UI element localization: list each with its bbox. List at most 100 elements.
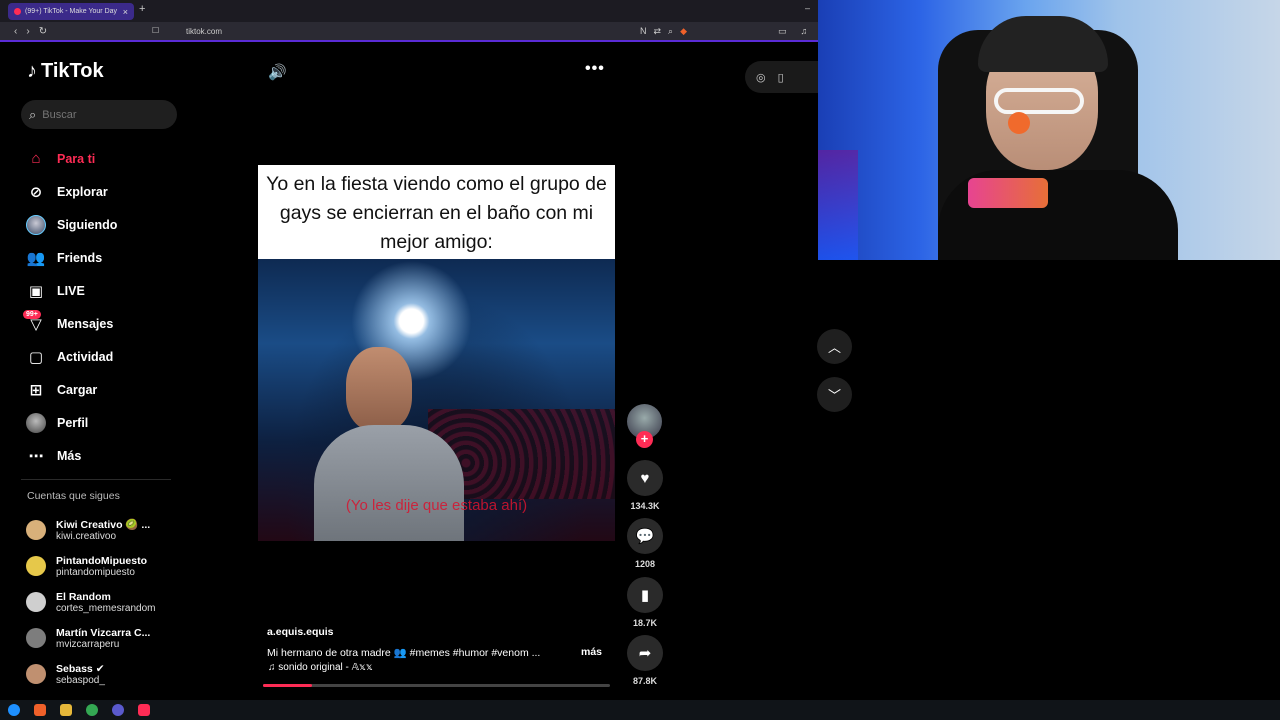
tiktok-logo[interactable]: ♪ TikTok — [27, 60, 104, 83]
profile-avatar — [26, 412, 46, 433]
list-item[interactable]: Kiwi Creativo 🥝 ... kiwi.creativoo — [26, 512, 186, 548]
browser-tab-bar: (99+) TikTok - Make Your Day × + – — [0, 0, 818, 22]
activity-icon: ▢ — [28, 348, 44, 366]
follow-plus-icon[interactable]: + — [636, 431, 653, 448]
video-subtitle: (Yo les dije que estaba ahí) — [345, 497, 528, 514]
sidebar-item-siguiendo[interactable]: Siguiendo — [26, 208, 176, 241]
sidebar-item-label: Explorar — [57, 184, 108, 199]
account-username: cortes_memesrandom — [56, 602, 156, 614]
upload-icon: ⊞ — [29, 381, 43, 399]
webcam-overlay — [818, 0, 1280, 260]
volume-icon[interactable]: 🔊 — [268, 63, 287, 81]
search-icon: ⌕ — [29, 106, 37, 122]
inbox-icon: ▽ 99+ — [23, 309, 46, 334]
sidebar-item-friends[interactable]: 👥 Friends — [26, 241, 176, 274]
sidebar-item-live[interactable]: ▣ LIVE — [26, 274, 176, 307]
avatar — [26, 556, 46, 576]
sidebar-item-mas[interactable]: ⋯ Más — [26, 439, 176, 472]
search-input[interactable] — [42, 108, 153, 121]
close-tab-icon[interactable]: × — [123, 7, 128, 17]
more-icon: ⋯ — [28, 447, 44, 465]
list-item[interactable]: PintandoMipuesto pintandomipuesto — [26, 548, 186, 584]
sidebar-item-cargar[interactable]: ⊞ Cargar — [26, 373, 176, 406]
shield-icon[interactable]: ◆ — [680, 26, 687, 37]
share-button[interactable]: ➦ 87.8K — [627, 635, 663, 686]
zoom-icon[interactable]: ⌕ — [668, 26, 673, 37]
start-icon[interactable] — [8, 704, 20, 716]
account-name: Martín Vizcarra C... — [56, 626, 151, 639]
app-icon[interactable] — [112, 704, 124, 716]
sound-link[interactable]: ♫ sonido original - 𝔸𝕩𝕩 — [268, 662, 373, 673]
sidebar-item-para-ti[interactable]: ⌂ Para ti — [26, 142, 176, 175]
more-options-icon[interactable]: ••• — [585, 60, 605, 78]
sidebar-item-label: Para ti — [57, 151, 96, 166]
minimize-window-icon[interactable]: – — [805, 3, 810, 13]
previous-video-button[interactable]: ︿ — [817, 329, 852, 364]
reload-icon[interactable]: ↻ — [39, 26, 47, 37]
following-section-title: Cuentas que sigues — [27, 490, 120, 502]
tiktok-favicon-icon — [14, 8, 21, 15]
avatar — [26, 520, 46, 540]
screenshot-icon[interactable]: ▭ — [778, 26, 787, 37]
video-player[interactable]: Yo en la fiesta viendo como el grupo de … — [258, 165, 615, 541]
forward-icon[interactable]: › — [26, 26, 29, 37]
sidebar-item-actividad[interactable]: ▢ Actividad — [26, 340, 176, 373]
share-icon: ➦ — [627, 635, 663, 671]
phone-icon[interactable]: ▯ — [778, 71, 784, 84]
sidebar-item-label: Más — [57, 448, 82, 463]
account-username: sebaspod_ — [56, 674, 105, 686]
video-progress-bar[interactable] — [263, 684, 610, 687]
share-count: 87.8K — [632, 676, 658, 686]
video-author[interactable]: a.equis.equis — [267, 626, 334, 638]
brave-icon[interactable] — [34, 704, 46, 716]
list-item[interactable]: Martín Vizcarra C... mvizcarraperu — [26, 620, 186, 656]
account-name: El Random — [56, 590, 111, 603]
bookmark-icon[interactable]: ☐ — [152, 26, 159, 35]
sidebar-item-mensajes[interactable]: ▽ 99+ Mensajes — [23, 307, 176, 340]
save-button[interactable]: ▮ 18.7K — [627, 577, 663, 628]
more-description-link[interactable]: más — [581, 646, 602, 658]
friends-icon: 👥 — [26, 249, 46, 267]
back-icon[interactable]: ‹ — [14, 26, 17, 37]
account-name: Kiwi Creativo 🥝 ... — [56, 519, 151, 531]
url-field[interactable]: tiktok.com — [186, 27, 222, 36]
avatar — [26, 664, 46, 684]
video-description: Mi hermano de otra madre 👥 #memes #humor… — [267, 647, 541, 659]
compass-icon[interactable]: ◎ — [756, 71, 766, 84]
sidebar-item-explorar[interactable]: ⊘ Explorar — [26, 175, 176, 208]
comment-button[interactable]: 💬 1208 — [627, 518, 663, 569]
bookmark-icon: ▮ — [627, 577, 663, 613]
sidebar-item-label: Mensajes — [57, 316, 114, 331]
sidebar-item-perfil[interactable]: Perfil — [26, 406, 176, 439]
browser-tab[interactable]: (99+) TikTok - Make Your Day × — [8, 3, 134, 20]
list-item[interactable]: Sebass ✔ sebaspod_ — [26, 656, 186, 692]
avatar — [26, 628, 46, 648]
sidebar-item-label: Actividad — [57, 349, 114, 364]
extension-icon[interactable]: N — [640, 26, 647, 37]
music-icon[interactable]: ♫ — [801, 26, 808, 37]
sidebar-menu: ⌂ Para ti ⊘ Explorar Siguiendo 👥 Friends… — [23, 142, 176, 472]
sidebar-item-label: LIVE — [57, 283, 85, 298]
account-username: pintandomipuesto — [56, 566, 135, 578]
following-avatar — [26, 214, 46, 235]
translate-icon[interactable]: ⇄ — [654, 26, 662, 37]
folder-icon[interactable] — [60, 704, 72, 716]
like-button[interactable]: ♥ 134.3K — [627, 460, 663, 511]
tiktok-app-icon[interactable] — [138, 704, 150, 716]
next-video-button[interactable]: ﹀ — [817, 377, 852, 412]
chevron-up-icon: ︿ — [827, 340, 841, 355]
heart-icon: ♥ — [627, 460, 663, 496]
sidebar-item-label: Siguiendo — [57, 217, 118, 232]
avatar — [26, 592, 46, 612]
save-count: 18.7K — [632, 618, 658, 628]
home-icon: ⌂ — [31, 150, 41, 167]
list-item[interactable]: El Random cortes_memesrandom — [26, 584, 186, 620]
video-frame: (Yo les dije que estaba ahí) — [258, 259, 615, 541]
chevron-down-icon: ﹀ — [827, 388, 841, 403]
search-box[interactable]: ⌕ — [21, 100, 177, 129]
sidebar-item-label: Cargar — [57, 382, 98, 397]
compass-icon: ⊘ — [29, 183, 43, 201]
video-caption-text: Yo en la fiesta viendo como el grupo de … — [258, 165, 615, 259]
new-tab-icon[interactable]: + — [139, 3, 145, 15]
chrome-icon[interactable] — [86, 704, 98, 716]
